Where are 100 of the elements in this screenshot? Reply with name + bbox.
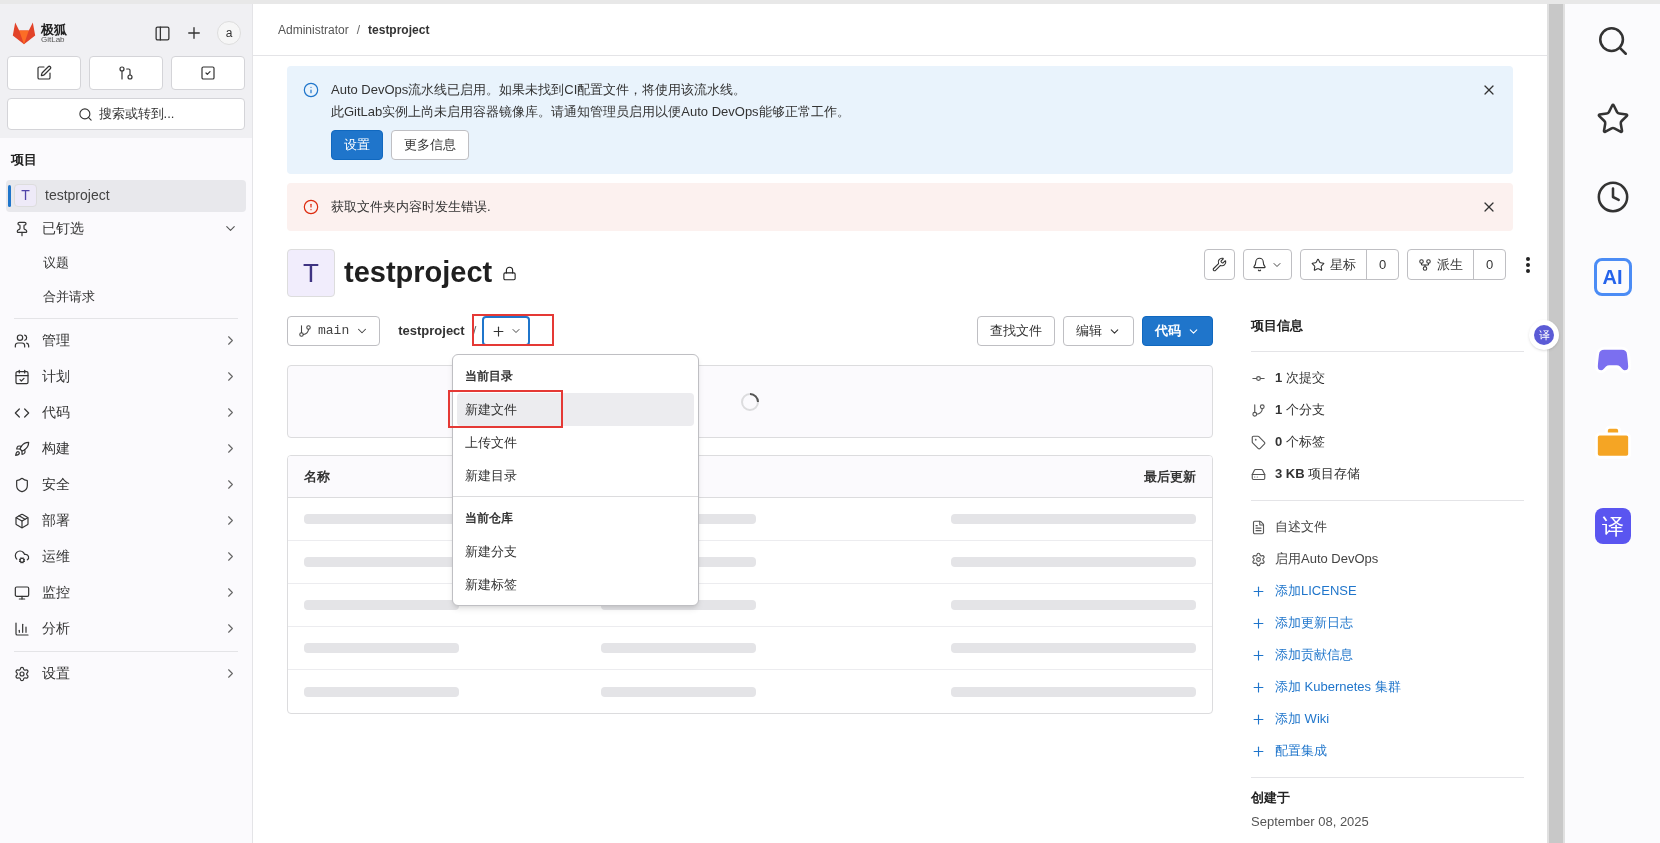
branch-selector[interactable]: main: [287, 316, 381, 346]
bell-icon: [1252, 257, 1267, 272]
loading-spinner-icon: [740, 391, 760, 412]
menu-item[interactable]: 新建分支: [457, 535, 695, 568]
project-name: testproject: [45, 186, 110, 205]
panel-link[interactable]: 添加贡献信息: [1275, 645, 1353, 665]
pin-icon: [14, 220, 30, 237]
plus-icon: [1251, 711, 1266, 727]
menu-section-title: 当前仓库: [465, 510, 514, 527]
menu-item[interactable]: 新建文件: [457, 393, 695, 426]
edit-button[interactable]: 编辑: [1063, 316, 1134, 346]
wrench-icon: [1212, 257, 1227, 272]
panel-link[interactable]: 添加 Kubernetes 集群: [1275, 677, 1401, 697]
users-icon: [14, 332, 30, 349]
avatar[interactable]: a: [217, 21, 241, 45]
brand-name: 极狐: [41, 22, 67, 36]
sidebar-item[interactable]: 构建: [6, 430, 246, 467]
settings-button[interactable]: [1204, 249, 1235, 280]
breadcrumb-link[interactable]: testproject: [368, 20, 430, 39]
plus-icon: [1251, 583, 1266, 599]
monitor-icon: [14, 584, 30, 601]
ai-app-button[interactable]: AI: [1593, 258, 1632, 296]
pinned-link[interactable]: 合并请求: [6, 279, 246, 314]
plus-icon: [1251, 679, 1266, 695]
merge-requests-button[interactable]: [89, 56, 163, 90]
alert-text: Auto DevOps流水线已启用。如果未找到CI配置文件，将使用该流水线。: [331, 81, 748, 99]
sidebar-item[interactable]: 计划: [6, 358, 246, 395]
pinned-link[interactable]: 议题: [6, 245, 246, 280]
pinned-item[interactable]: 已钉选: [6, 211, 246, 246]
notification-button[interactable]: [1243, 249, 1292, 280]
translate-float-button[interactable]: 译: [1529, 320, 1559, 350]
project-title: testproject: [344, 255, 493, 291]
alert-text: 此GitLab实例上尚未启用容器镜像库。请通知管理员启用以便Auto DevOps能够正常工作。: [331, 103, 851, 121]
rocket-icon: [14, 440, 30, 457]
star-icon: [1311, 257, 1325, 272]
panel-link[interactable]: 自述文件: [1275, 517, 1327, 537]
sidebar-item[interactable]: 监控: [6, 574, 246, 611]
search-field[interactable]: 搜索或转到...: [7, 98, 245, 130]
fox-logo-icon[interactable]: [11, 21, 37, 45]
code-button[interactable]: 代码: [1142, 316, 1213, 346]
bar-chart-icon: [14, 620, 30, 637]
primary-button[interactable]: 设置: [331, 130, 383, 160]
merge-request-icon: [118, 65, 134, 81]
project-item[interactable]: T testproject: [6, 179, 246, 212]
sidebar-item[interactable]: 运维: [6, 538, 246, 575]
panel-link[interactable]: 添加LICENSE: [1275, 581, 1357, 601]
sidebar-item[interactable]: 代码: [6, 394, 246, 431]
checkbox-icon: [200, 65, 216, 81]
package-icon: [14, 512, 30, 529]
menu-item[interactable]: 上传文件: [457, 426, 695, 459]
branch-icon: [298, 324, 312, 338]
brand-subtitle: GitLab: [41, 35, 65, 44]
panel-link[interactable]: 启用Auto DevOps: [1275, 549, 1379, 569]
calendar-icon: [14, 368, 30, 385]
fork-button[interactable]: 派生: [1408, 250, 1473, 279]
sidebar-item[interactable]: 部署: [6, 502, 246, 539]
project-avatar: T: [14, 184, 37, 207]
sidebar-toggle-icon: [154, 24, 171, 42]
issue-icon: [36, 65, 52, 81]
branch-icon: [1251, 402, 1266, 418]
stat-link[interactable]: 0 个标签: [1275, 432, 1325, 452]
path-text[interactable]: testproject: [398, 321, 465, 341]
settings-icon: [14, 665, 30, 682]
sidebar-item[interactable]: 管理: [6, 322, 246, 359]
star-button[interactable]: 星标: [1301, 250, 1366, 279]
sidebar-item[interactable]: 分析: [6, 610, 246, 647]
more-icon[interactable]: [1526, 256, 1530, 273]
search-icon: [77, 106, 93, 122]
cloud-icon: [14, 548, 30, 565]
menu-section-title: 当前目录: [465, 368, 514, 385]
todo-button[interactable]: [171, 56, 245, 90]
column-header: 最后更新: [1144, 467, 1196, 486]
menu-item[interactable]: 新建目录: [457, 459, 695, 492]
panel-link[interactable]: 配置集成: [1275, 741, 1327, 761]
plus-icon: [490, 323, 506, 339]
stat-link[interactable]: 1 次提交: [1275, 368, 1325, 388]
breadcrumb-link[interactable]: Administrator: [278, 20, 349, 39]
translate-app-button[interactable]: 译: [1594, 508, 1631, 544]
issues-button[interactable]: [7, 56, 81, 90]
find-file-button[interactable]: 查找文件: [977, 316, 1055, 346]
storage-icon: [1251, 466, 1266, 482]
panel-title: 项目信息: [1251, 317, 1304, 336]
clock-icon: [1595, 180, 1630, 214]
secondary-button[interactable]: 更多信息: [391, 130, 469, 160]
plus-icon: [185, 24, 203, 42]
panel-link[interactable]: 添加 Wiki: [1275, 709, 1330, 729]
settings-icon: [1251, 551, 1266, 567]
plus-icon: [1251, 615, 1266, 631]
sidebar-item[interactable]: 安全: [6, 466, 246, 503]
info-icon: [303, 82, 319, 98]
count[interactable]: 0: [1366, 250, 1398, 279]
stat-link[interactable]: 3 KB 项目存储: [1275, 464, 1361, 484]
breadcrumb-separator: /: [356, 21, 361, 39]
menu-item[interactable]: 新建标签: [457, 568, 695, 601]
add-menu-button[interactable]: [482, 316, 531, 346]
panel-link[interactable]: 添加更新日志: [1275, 613, 1353, 633]
count[interactable]: 0: [1473, 250, 1505, 279]
stat-link[interactable]: 1 个分支: [1275, 400, 1325, 420]
column-header: 名称: [304, 467, 330, 486]
sidebar-item[interactable]: 设置: [6, 655, 246, 692]
